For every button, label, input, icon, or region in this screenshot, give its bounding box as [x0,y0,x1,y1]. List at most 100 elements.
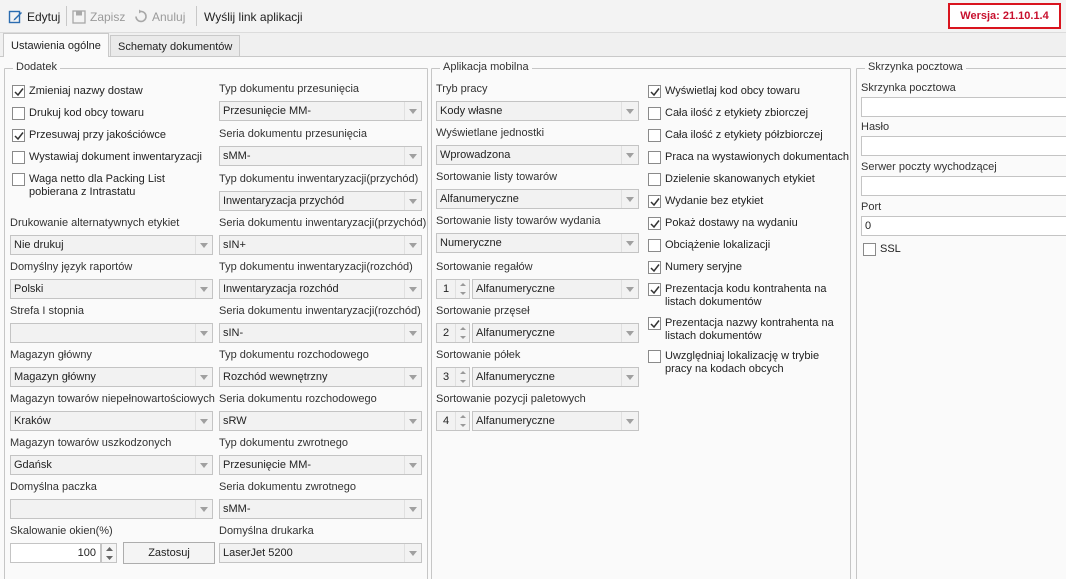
checkmark-icon [14,132,24,141]
checkbox-label: SSL [880,243,901,255]
work-mode-select[interactable]: Kody własne [436,101,639,121]
inventory-out-series-select[interactable]: sIN- [219,323,422,343]
checkbox-label: Zmieniaj nazwy dostaw [29,85,143,97]
mailbox-input[interactable] [861,97,1066,117]
checkbox-location-load[interactable]: Obciążenie lokalizacji [648,239,770,252]
input-value: 0 [865,220,872,232]
default-package-select[interactable] [10,499,213,519]
checkbox-box [12,173,25,186]
apply-button-label: Zastosuj [148,547,190,559]
main-warehouse-select[interactable]: Magazyn główny [10,367,213,387]
checkbox-net-weight-intrastat[interactable]: Waga netto dla Packing List pobierana z … [12,173,212,199]
field-label-damaged-warehouse: Magazyn towarów uszkodzonych [10,437,172,449]
field-label-transfer-doc-type: Typ dokumentu przesunięcia [219,83,360,95]
inventory-in-series-select[interactable]: sIN+ [219,235,422,255]
password-input[interactable] [861,136,1066,156]
save-button-label: Zapisz [90,9,126,24]
cancel-button-label: Anuluj [152,9,186,24]
return-doc-type-select[interactable]: Przesunięcie MM- [219,455,422,475]
cancel-button[interactable]: Anuluj [133,8,185,25]
checkbox-split-scanned-labels[interactable]: Dzielenie skanowanych etykiet [648,173,815,186]
pallet-sort-select[interactable]: Alfanumeryczne [472,411,639,431]
bay-sort-order-spinner[interactable]: 2 [436,323,470,343]
tab-general-settings[interactable]: Ustawienia ogólne [3,33,109,57]
checkbox-change-delivery-names[interactable]: Zmieniaj nazwy dostaw [12,85,143,98]
shelf-sort-order-spinner[interactable]: 3 [436,367,470,387]
field-label-inventory-out-type: Typ dokumentu inwentaryzacji(rozchód) [219,261,413,273]
smtp-server-input[interactable] [861,176,1066,196]
checkbox-label: Wyświetlaj kod obcy towaru [665,85,801,97]
bay-sort-select[interactable]: Alfanumeryczne [472,323,639,343]
checkbox-serial-numbers[interactable]: Numery seryjne [648,261,742,274]
checkbox-label: Wydanie bez etykiet [665,195,764,207]
window-scaling-spinner[interactable] [101,543,117,563]
transfer-doc-series-select[interactable]: sMM- [219,146,422,166]
transfer-doc-type-select[interactable]: Przesunięcie MM- [219,101,422,121]
checkbox-full-qty-semi-collective[interactable]: Cała ilość z etykiety półzbiorczej [648,129,823,142]
toolbar-separator [66,6,67,26]
return-doc-series-select[interactable]: sMM- [219,499,422,519]
checkbox-show-deliveries-on-issue[interactable]: Pokaż dostawy na wydaniu [648,217,798,230]
spinner-arrows[interactable] [455,368,469,386]
checkbox-box [648,151,661,164]
port-input[interactable]: 0 [861,216,1066,236]
apply-button[interactable]: Zastosuj [123,542,215,564]
checkbox-label: Dzielenie skanowanych etykiet [665,173,815,185]
checkbox-full-qty-collective[interactable]: Cała ilość z etykiety zbiorczej [648,107,808,120]
spin-up-icon[interactable] [102,544,116,553]
send-link-button-label: Wyślij link aplikacji [204,9,303,24]
window-scaling-input[interactable]: 100 [10,543,101,563]
default-printer-select[interactable]: LaserJet 5200 [219,543,422,563]
checkbox-print-foreign-code[interactable]: Drukuj kod obcy towaru [12,107,144,120]
tab-document-schemes[interactable]: Schematy dokumentów [110,35,241,57]
checkbox-show-contractor-name[interactable]: Prezentacja nazwy kontrahenta na listach… [648,317,848,343]
inventory-in-type-select[interactable]: Inwentaryzacja przychód [219,191,422,211]
checkmark-icon [650,320,660,329]
edit-button[interactable]: Edytuj [8,8,60,25]
issue-list-sort-select[interactable]: Numeryczne [436,233,639,253]
product-list-sort-select[interactable]: Alfanumeryczne [436,189,639,209]
issue-doc-type-select[interactable]: Rozchód wewnętrzny [219,367,422,387]
checkbox-location-foreign-codes[interactable]: Uwzględniaj lokalizację w trybie pracy n… [648,350,848,376]
spin-down-icon[interactable] [102,553,116,562]
rack-sort-select[interactable]: Alfanumeryczne [472,279,639,299]
checkbox-show-foreign-code[interactable]: Wyświetlaj kod obcy towaru [648,85,800,98]
field-label-issue-doc-type: Typ dokumentu rozchodowego [219,349,369,361]
spinner-arrows[interactable] [455,280,469,298]
chevron-down-icon [404,368,421,386]
checkbox-box [12,107,25,120]
field-label-shelf-sort: Sortowanie półek [436,349,521,361]
field-label-smtp-server: Serwer poczty wychodzącej [861,161,997,173]
checkbox-ssl[interactable]: SSL [863,243,901,256]
spinner-arrows[interactable] [455,412,469,430]
select-value: Kody własne [440,105,503,117]
zone-first-level-select[interactable] [10,323,213,343]
pallet-sort-order-spinner[interactable]: 4 [436,411,470,431]
field-label-main-warehouse: Magazyn główny [10,349,92,361]
checkbox-box [648,107,661,120]
checkbox-issue-inventory-document[interactable]: Wystawiaj dokument inwentaryzacji [12,151,202,164]
shelf-sort-select[interactable]: Alfanumeryczne [472,367,639,387]
displayed-units-select[interactable]: Wprowadzona [436,145,639,165]
issue-doc-series-select[interactable]: sRW [219,411,422,431]
chevron-down-icon [621,102,638,120]
damaged-warehouse-select[interactable]: Gdańsk [10,455,213,475]
inventory-out-type-select[interactable]: Inwentaryzacja rozchód [219,279,422,299]
checkbox-move-on-quality[interactable]: Przesuwaj przy jakościówce [12,129,166,142]
select-value: Przesunięcie MM- [223,459,312,471]
save-button[interactable]: Zapisz [72,8,125,25]
checkbox-show-contractor-code[interactable]: Prezentacja kodu kontrahenta na listach … [648,283,838,309]
report-language-select[interactable]: Polski [10,279,213,299]
spinner-arrows[interactable] [455,324,469,342]
checkbox-issue-without-labels[interactable]: Wydanie bez etykiet [648,195,763,208]
checkmark-icon [650,198,660,207]
rack-sort-order-spinner[interactable]: 1 [436,279,470,299]
checkmark-icon [650,286,660,295]
alt-labels-select[interactable]: Nie drukuj [10,235,213,255]
field-label-default-package: Domyślna paczka [10,481,97,493]
checkbox-label: Uwzględniaj lokalizację w trybie pracy n… [665,350,820,375]
substandard-warehouse-select[interactable]: Kraków [10,411,213,431]
version-badge: Wersja: 21.10.1.4 [948,3,1061,29]
send-link-button[interactable]: Wyślij link aplikacji [204,8,303,25]
checkbox-work-on-issued-docs[interactable]: Praca na wystawionych dokumentach [648,151,849,164]
